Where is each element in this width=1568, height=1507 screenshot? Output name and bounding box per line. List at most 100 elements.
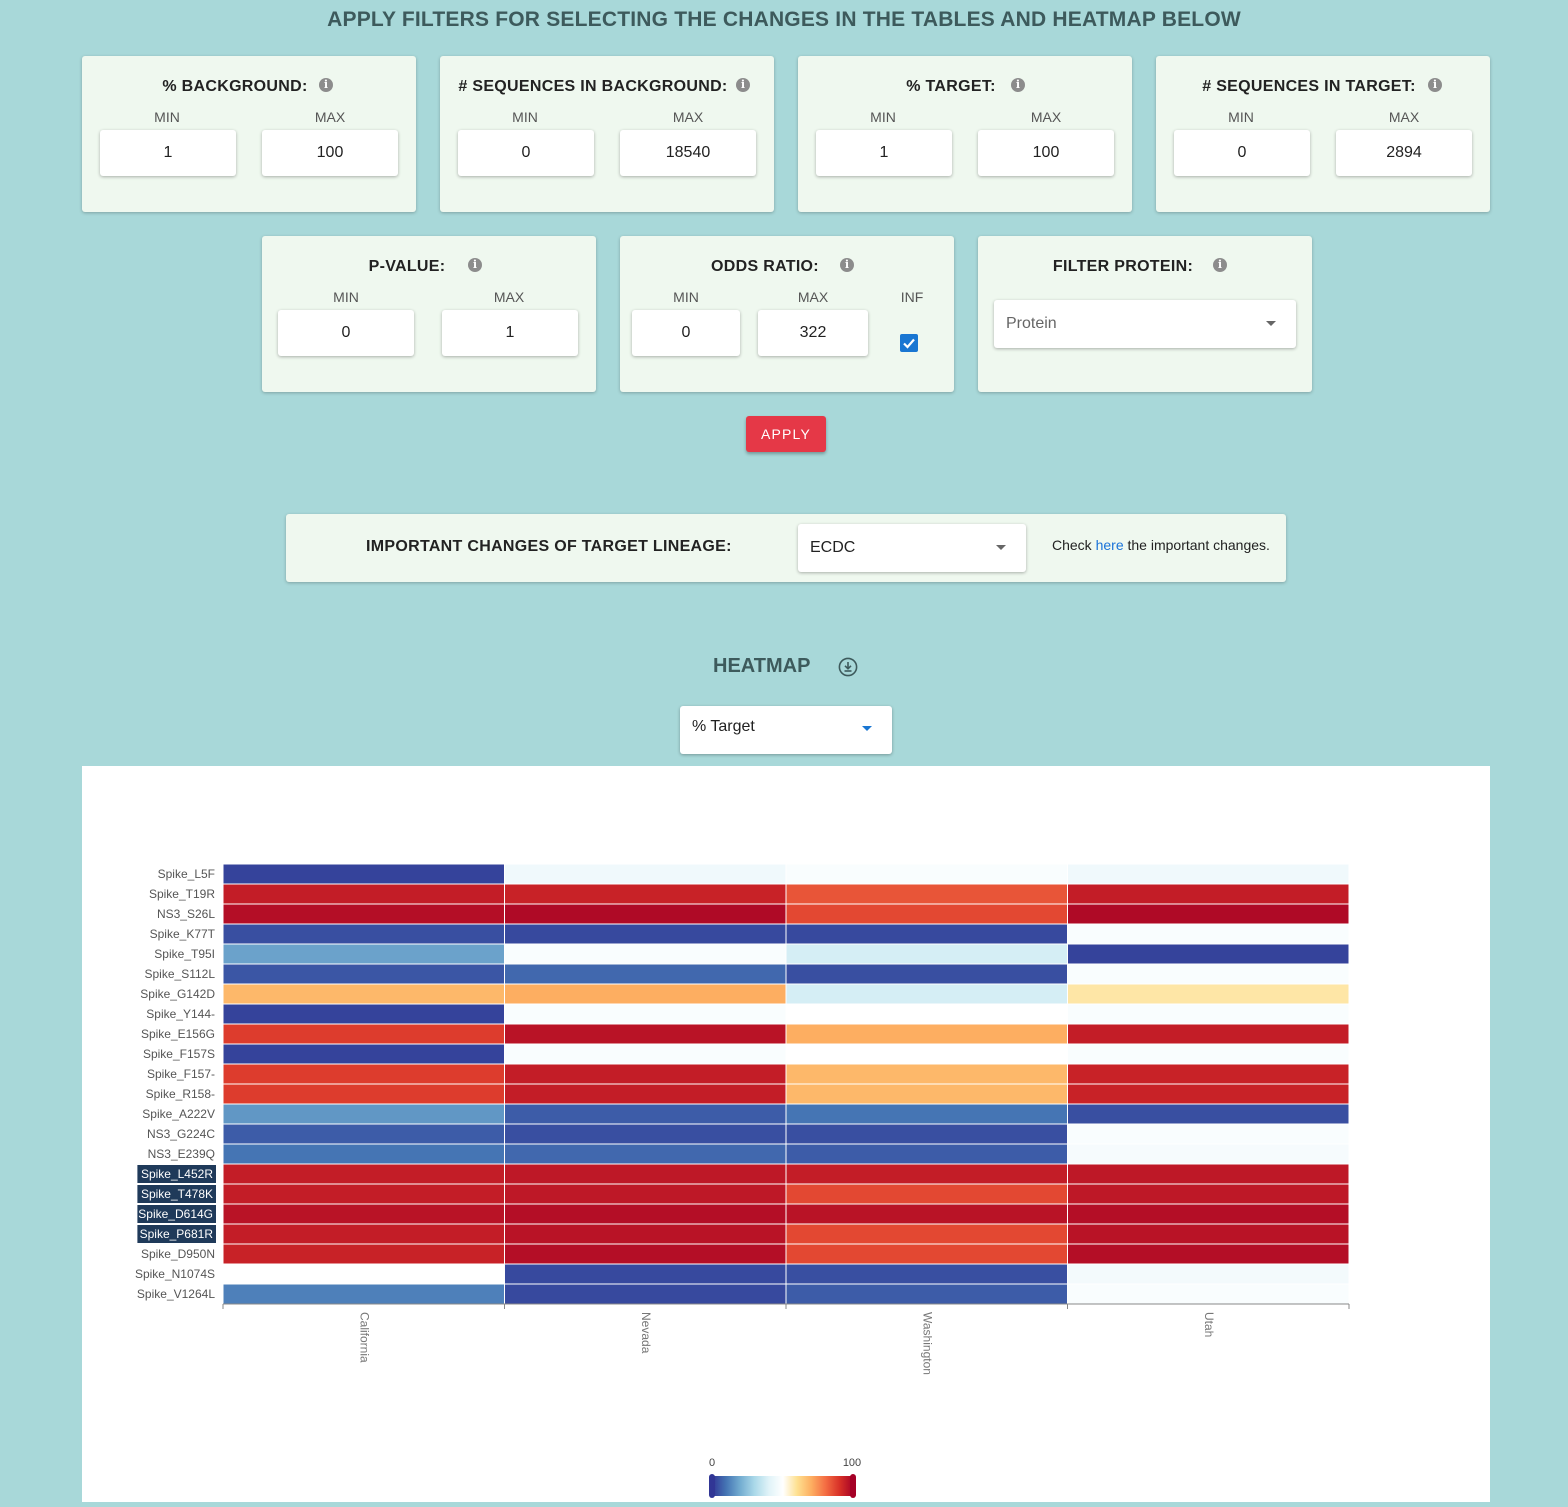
important-changes-card: IMPORTANT CHANGES OF TARGET LINEAGE: ECD…	[286, 514, 1286, 582]
colorbar-max-label: 100	[843, 1457, 861, 1469]
info-icon[interactable]: i	[1213, 258, 1227, 272]
heatmap-cell	[1067, 1263, 1350, 1285]
colorbar	[712, 1476, 854, 1496]
info-icon[interactable]: i	[1428, 78, 1442, 92]
row-label: Spike_F157-	[147, 1067, 215, 1081]
row-label: Spike_L452R	[141, 1167, 213, 1181]
row-label: Spike_S112L	[145, 967, 216, 981]
heatmap-cell	[1067, 963, 1350, 985]
heatmap-cell	[504, 1203, 787, 1225]
min-label: MIN	[512, 109, 538, 125]
target-pct-min-input[interactable]	[816, 130, 952, 176]
heatmap-cell	[785, 863, 1068, 885]
note-text-before: Check	[1052, 537, 1096, 553]
info-icon[interactable]: i	[468, 258, 482, 272]
info-icon[interactable]: i	[840, 258, 854, 272]
apply-button[interactable]: APPLY	[746, 416, 826, 452]
column-label: Washington	[921, 1312, 935, 1375]
heatmap-cell	[504, 1243, 787, 1265]
target-seqs-min-input[interactable]	[1174, 130, 1310, 176]
heatmap-cell	[785, 923, 1068, 945]
p-value-title: P-VALUE:	[368, 258, 446, 275]
target-seqs-title: # SEQUENCES IN TARGET:	[1202, 78, 1416, 95]
row-label: NS3_S26L	[157, 907, 215, 921]
heatmap-cell	[504, 1283, 787, 1305]
target-pct-title: % TARGET:	[906, 78, 996, 95]
heatmap-cell	[785, 1023, 1068, 1045]
row-label: NS3_G224C	[147, 1127, 215, 1141]
heatmap-cell	[222, 1083, 505, 1105]
inf-label: INF	[900, 289, 924, 305]
chevron-down-icon	[1266, 321, 1276, 326]
lineage-source-select[interactable]: ECDC	[798, 524, 1026, 572]
heatmap-metric-select[interactable]: % Target	[680, 706, 892, 754]
min-label: MIN	[673, 289, 699, 305]
background-pct-min-input[interactable]	[100, 130, 236, 176]
heatmap-cell	[785, 1103, 1068, 1125]
heatmap-cell	[1067, 1243, 1350, 1265]
note-text-after: the important changes.	[1123, 537, 1270, 553]
min-label: MIN	[1228, 109, 1254, 125]
heatmap-cell	[1067, 863, 1350, 885]
heatmap-cell	[504, 943, 787, 965]
heatmap-cell	[1067, 1083, 1350, 1105]
row-label: Spike_T19R	[149, 887, 215, 901]
filter-protein-title: FILTER PROTEIN:	[1052, 258, 1194, 275]
heatmap-cell	[504, 883, 787, 905]
info-icon[interactable]: i	[319, 78, 333, 92]
heatmap-cell	[1067, 1123, 1350, 1145]
odds-ratio-max-input[interactable]	[758, 310, 868, 356]
p-value-min-input[interactable]	[278, 310, 414, 356]
filter-card-odds-ratio: ODDS RATIO: i MIN MAX INF	[620, 236, 954, 392]
row-label: Spike_K77T	[150, 927, 216, 941]
heatmap-cell	[222, 1163, 505, 1185]
filter-card-target-pct: % TARGET: i MIN MAX	[798, 56, 1132, 212]
heatmap-cell	[222, 1243, 505, 1265]
heatmap-cell	[785, 943, 1068, 965]
important-changes-link[interactable]: here	[1096, 537, 1124, 553]
info-icon[interactable]: i	[736, 78, 750, 92]
heatmap-cell	[785, 1043, 1068, 1065]
odds-ratio-min-input[interactable]	[632, 310, 740, 356]
row-label: Spike_D950N	[141, 1247, 215, 1261]
heatmap-cell	[222, 1023, 505, 1045]
heatmap-cell	[504, 1083, 787, 1105]
heatmap-cell	[1067, 1283, 1350, 1305]
heatmap-cell	[222, 1223, 505, 1245]
background-seqs-min-input[interactable]	[458, 130, 594, 176]
heatmap-cell	[222, 1063, 505, 1085]
min-label: MIN	[870, 109, 896, 125]
heatmap-cell	[785, 1283, 1068, 1305]
heatmap-cell	[1067, 1143, 1350, 1165]
colorbar-max-handle	[850, 1474, 856, 1498]
column-label: Utah	[1202, 1312, 1216, 1337]
heatmap-cell	[504, 1183, 787, 1205]
heatmap-cell	[222, 1203, 505, 1225]
background-seqs-max-input[interactable]	[620, 130, 756, 176]
heatmap-cell	[504, 1163, 787, 1185]
heatmap-cell	[1067, 1103, 1350, 1125]
target-seqs-max-input[interactable]	[1336, 130, 1472, 176]
heatmap-cell	[785, 1123, 1068, 1145]
row-label: Spike_G142D	[140, 987, 215, 1001]
heatmap-cell	[504, 1063, 787, 1085]
heatmap-cell	[222, 1043, 505, 1065]
protein-select[interactable]: Protein	[994, 300, 1296, 348]
max-label: MAX	[797, 289, 829, 305]
heatmap-cell	[1067, 1003, 1350, 1025]
inf-checkbox[interactable]	[900, 334, 918, 352]
protein-select-placeholder: Protein	[1006, 315, 1057, 332]
max-label: MAX	[314, 109, 346, 125]
download-icon[interactable]	[838, 657, 858, 677]
chevron-down-icon	[862, 726, 872, 731]
target-pct-max-input[interactable]	[978, 130, 1114, 176]
filter-card-target-seqs: # SEQUENCES IN TARGET: i MIN MAX	[1156, 56, 1490, 212]
heatmap-cell	[785, 1063, 1068, 1085]
info-icon[interactable]: i	[1011, 78, 1025, 92]
heatmap-cell	[504, 1003, 787, 1025]
row-label: Spike_R158-	[146, 1087, 215, 1101]
row-label: Spike_F157S	[143, 1047, 215, 1061]
row-label: Spike_L5F	[158, 867, 215, 881]
p-value-max-input[interactable]	[442, 310, 578, 356]
background-pct-max-input[interactable]	[262, 130, 398, 176]
